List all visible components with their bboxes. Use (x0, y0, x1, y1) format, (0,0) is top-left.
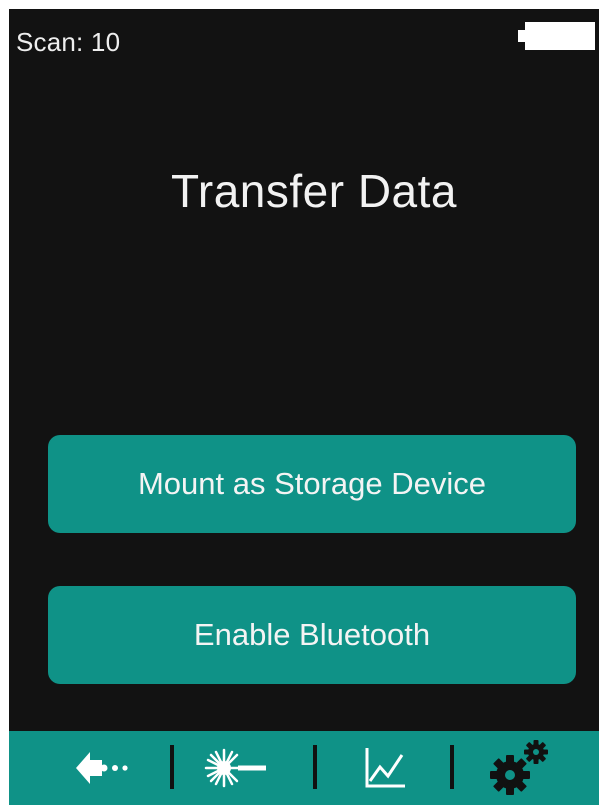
status-bar: Scan: 10 (9, 9, 599, 69)
enable-bluetooth-button[interactable]: Enable Bluetooth (48, 586, 576, 684)
nav-divider (450, 745, 454, 789)
scan-count: Scan: 10 (16, 27, 121, 57)
mount-storage-label: Mount as Storage Device (137, 466, 487, 501)
nav-divider (170, 745, 174, 789)
laser-icon (204, 748, 266, 788)
battery-tip (518, 30, 525, 42)
mount-storage-button[interactable]: Mount as Storage Device (48, 435, 576, 533)
enable-bluetooth-label: Enable Bluetooth (193, 617, 431, 652)
device-screen: Scan: 10 Transfer Data Mount as Storage … (9, 9, 599, 805)
chart-icon (365, 748, 405, 788)
laser-button[interactable] (190, 731, 280, 805)
back-button[interactable] (60, 731, 150, 805)
page-title: Transfer Data (170, 165, 457, 217)
bottom-nav-bar (9, 731, 599, 805)
nav-divider (313, 745, 317, 789)
back-arrow-icon (76, 752, 128, 784)
settings-button[interactable] (470, 731, 570, 805)
battery-body (525, 22, 595, 50)
settings-gears-icon (490, 740, 548, 795)
battery-icon (518, 22, 596, 50)
chart-button[interactable] (340, 731, 430, 805)
